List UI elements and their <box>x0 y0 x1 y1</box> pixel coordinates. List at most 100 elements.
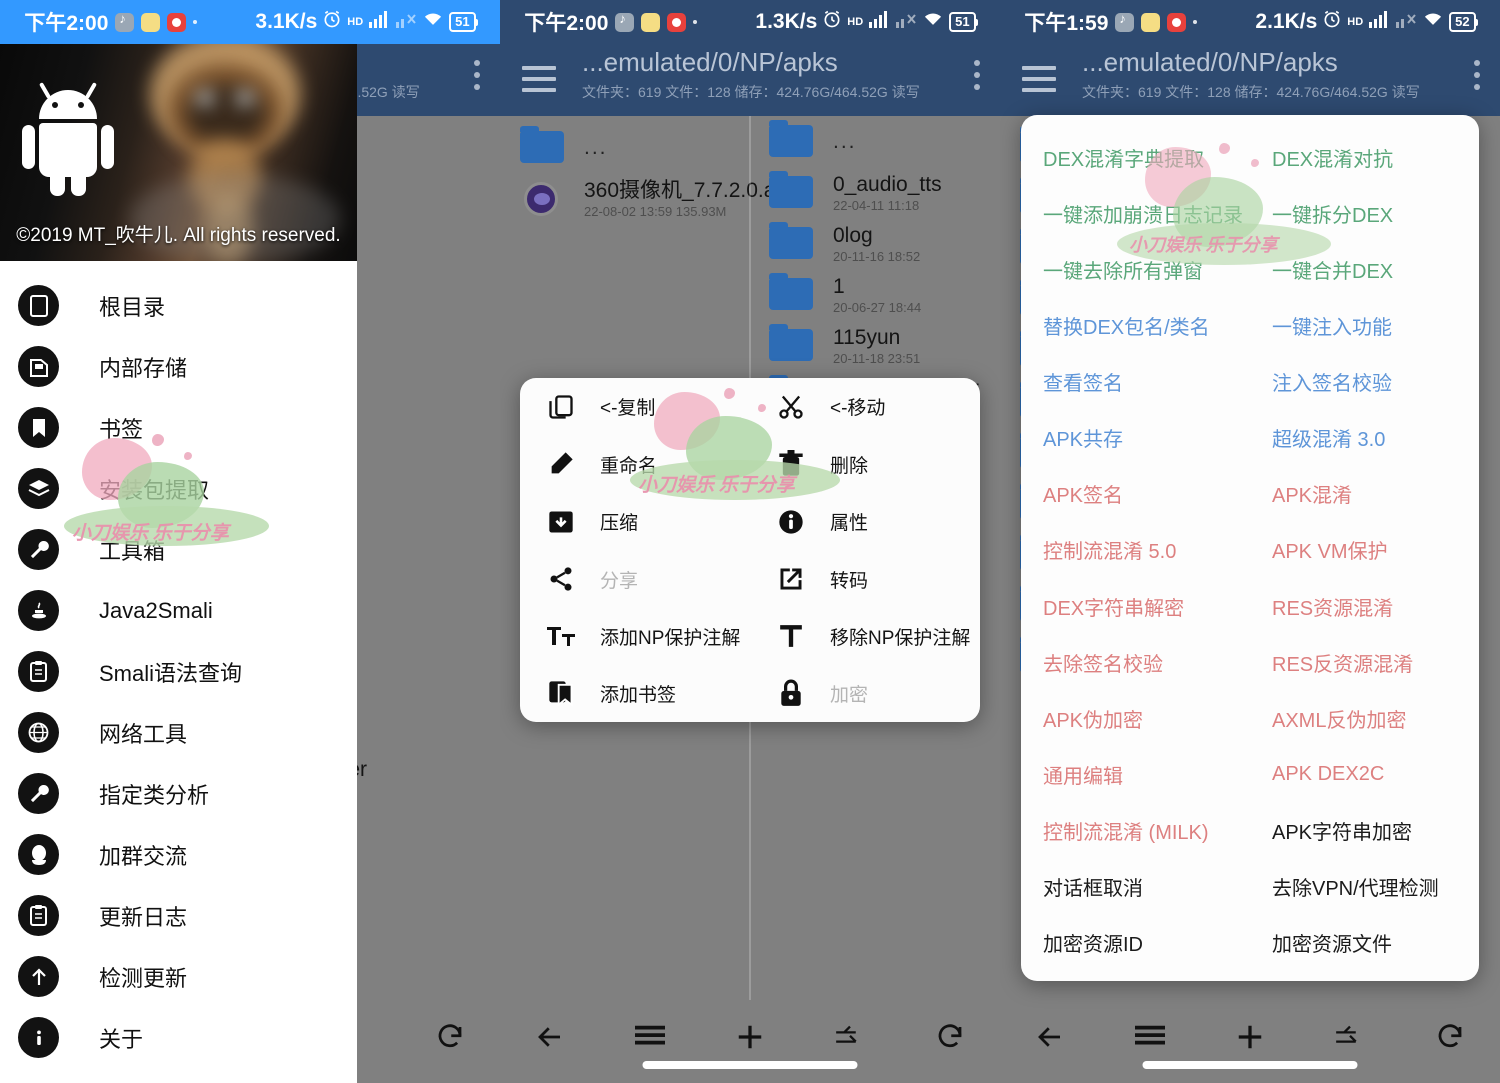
tools-menu-item-13[interactable]: APK混淆 <box>1250 466 1479 522</box>
file-toolbar-2: ...emulated/0/NP/apks 文件夹：619 文件：128 储存：… <box>500 44 1000 116</box>
tiktok-icon <box>115 13 134 32</box>
drawer-toggle-3[interactable] <box>1022 66 1056 92</box>
tools-menu-item-25[interactable]: APK字符串加密 <box>1250 803 1479 859</box>
tools-menu-item-22[interactable]: 通用编辑 <box>1021 746 1250 802</box>
drawer-item-label: Smali语法查询 <box>99 656 242 688</box>
signal-2-icon <box>1395 10 1417 34</box>
tools-menu-item-4[interactable]: 一键去除所有弹窗 <box>1021 241 1250 297</box>
tools-menu-item-16[interactable]: DEX字符串解密 <box>1021 578 1250 634</box>
file-icon <box>520 131 564 164</box>
context-menu-item-2[interactable]: 重命名 <box>520 436 750 494</box>
file-row[interactable]: 0_audio_tts22-04-11 11:18 <box>749 167 1000 218</box>
drawer-item-5[interactable]: Java2Smali <box>0 580 357 641</box>
refresh-icon[interactable] <box>929 1016 971 1058</box>
context-menu-grid[interactable]: <-复制<-移动重命名删除压缩属性分享 转码添加NP保护注解移除NP保护注解添加书… <box>520 378 980 722</box>
drawer-item-10[interactable]: 更新日志 <box>0 885 357 946</box>
tools-menu-item-18[interactable]: 去除签名校验 <box>1021 634 1250 690</box>
menu-icon[interactable] <box>629 1016 671 1058</box>
context-menu-item-0[interactable]: <-复制 <box>520 378 750 436</box>
file-row[interactable]: 115yun20-11-18 23:51 <box>749 320 1000 371</box>
drawer-item-9[interactable]: 加群交流 <box>0 824 357 885</box>
tools-menu-item-26[interactable]: 对话框取消 <box>1021 859 1250 915</box>
tools-menu-item-11[interactable]: 超级混淆 3.0 <box>1250 410 1479 466</box>
navigation-drawer[interactable]: ©2019 MT_吹牛儿. All rights reserved. 根目录内部… <box>0 44 357 1083</box>
np-tools-menu[interactable]: DEX混淆字典提取DEX混淆对抗一键添加崩溃日志记录一键拆分DEX一键去除所有弹… <box>1021 115 1479 981</box>
drawer-item-4[interactable]: 工具箱 <box>0 519 357 580</box>
context-menu-item-label: 分享 <box>600 566 638 593</box>
file-row[interactable]: ... <box>749 116 1000 167</box>
tools-menu-item-5[interactable]: 一键合并DEX <box>1250 241 1479 297</box>
refresh-icon[interactable] <box>429 1016 471 1058</box>
tools-menu-item-27[interactable]: 去除VPN/代理检测 <box>1250 859 1479 915</box>
context-menu-item-3[interactable]: 删除 <box>750 436 980 494</box>
alarm-icon <box>1322 9 1342 35</box>
clipboard-icon <box>18 651 59 692</box>
refresh-icon[interactable] <box>1429 1016 1471 1058</box>
overflow-menu-1[interactable] <box>474 60 480 96</box>
tools-menu-item-12[interactable]: APK签名 <box>1021 466 1250 522</box>
jump-icon[interactable] <box>1329 1016 1371 1058</box>
jump-icon[interactable] <box>829 1016 871 1058</box>
folder-icon <box>769 278 813 310</box>
tools-menu-item-24[interactable]: 控制流混淆 (MILK) <box>1021 803 1250 859</box>
drawer-item-0[interactable]: 根目录 <box>0 275 357 336</box>
globe-icon <box>18 712 59 753</box>
context-menu-item-7[interactable]: 转码 <box>750 551 980 609</box>
alarm-icon <box>322 9 342 35</box>
add-icon[interactable] <box>729 1016 771 1058</box>
drawer-item-label: 检测更新 <box>99 961 187 993</box>
tools-menu-item-23[interactable]: APK DEX2C <box>1250 746 1479 802</box>
tools-menu-item-15[interactable]: APK VM保护 <box>1250 522 1479 578</box>
drawer-item-7[interactable]: 网络工具 <box>0 702 357 763</box>
notes-app-icon <box>1141 13 1160 32</box>
tools-menu-item-1[interactable]: DEX混淆对抗 <box>1250 129 1479 185</box>
file-context-menu[interactable]: <-复制<-移动重命名删除压缩属性分享 转码添加NP保护注解移除NP保护注解添加书… <box>520 378 980 722</box>
file-row[interactable]: 120-06-27 18:44 <box>749 269 1000 320</box>
back-icon[interactable] <box>529 1016 571 1058</box>
tools-menu-item-28[interactable]: 加密资源ID <box>1021 915 1250 971</box>
drawer-item-6[interactable]: Smali语法查询 <box>0 641 357 702</box>
tools-menu-grid[interactable]: DEX混淆字典提取DEX混淆对抗一键添加崩溃日志记录一键拆分DEX一键去除所有弹… <box>1021 115 1479 981</box>
tools-menu-item-9[interactable]: 注入签名校验 <box>1250 354 1479 410</box>
tools-menu-item-7[interactable]: 一键注入功能 <box>1250 297 1479 353</box>
drawer-item-11[interactable]: 检测更新 <box>0 946 357 1007</box>
file-row[interactable]: 0log20-11-16 18:52 <box>749 218 1000 269</box>
drawer-menu[interactable]: 根目录内部存储书签安装包提取工具箱Java2Smali Smali语法查询网络工具… <box>0 261 357 1068</box>
drawer-toggle-2[interactable] <box>522 66 556 92</box>
context-menu-item-9[interactable]: 移除NP保护注解 <box>750 608 980 665</box>
context-menu-item-1[interactable]: <-移动 <box>750 378 980 436</box>
drawer-item-8[interactable]: 指定类分析 <box>0 763 357 824</box>
drawer-item-2[interactable]: 书签 <box>0 397 357 458</box>
drawer-item-1[interactable]: 内部存储 <box>0 336 357 397</box>
tools-menu-item-3[interactable]: 一键拆分DEX <box>1250 185 1479 241</box>
tools-menu-item-14[interactable]: 控制流混淆 5.0 <box>1021 522 1250 578</box>
tools-menu-item-10[interactable]: APK共存 <box>1021 410 1250 466</box>
overflow-menu-2[interactable] <box>974 60 980 96</box>
drawer-item-3[interactable]: 安装包提取 <box>0 458 357 519</box>
overflow-menu-3[interactable] <box>1474 60 1480 96</box>
tools-menu-item-8[interactable]: 查看签名 <box>1021 354 1250 410</box>
tools-menu-item-19[interactable]: RES反资源混淆 <box>1250 634 1479 690</box>
drawer-item-label: 根目录 <box>99 290 165 322</box>
tools-menu-item-2[interactable]: 一键添加崩溃日志记录 <box>1021 185 1250 241</box>
folder-icon <box>769 227 813 259</box>
tools-menu-item-21[interactable]: AXML反伪加密 <box>1250 690 1479 746</box>
context-menu-item-5[interactable]: 属性 <box>750 493 980 551</box>
file-icon <box>769 227 813 260</box>
tools-menu-item-29[interactable]: 加密资源文件 <box>1250 915 1479 971</box>
tools-menu-item-20[interactable]: APK伪加密 <box>1021 690 1250 746</box>
menu-icon[interactable] <box>1129 1016 1171 1058</box>
drawer-item-12[interactable]: 关于 <box>0 1007 357 1068</box>
context-menu-item-10[interactable]: 添加书签 <box>520 665 750 723</box>
context-menu-item-4[interactable]: 压缩 <box>520 493 750 551</box>
tools-menu-item-17[interactable]: RES资源混淆 <box>1250 578 1479 634</box>
status-left-1: 下午2:00 <box>24 7 197 37</box>
path-subtitle-2: 文件夹：619 文件：128 储存：424.76G/464.52G 读写 <box>582 82 920 102</box>
tools-menu-item-0[interactable]: DEX混淆字典提取 <box>1021 129 1250 185</box>
tools-menu-item-6[interactable]: 替换DEX包名/类名 <box>1021 297 1250 353</box>
context-menu-item-label: 转码 <box>830 566 868 593</box>
folder-icon <box>520 131 564 163</box>
add-icon[interactable] <box>1229 1016 1271 1058</box>
back-icon[interactable] <box>1029 1016 1071 1058</box>
context-menu-item-8[interactable]: 添加NP保护注解 <box>520 608 750 665</box>
